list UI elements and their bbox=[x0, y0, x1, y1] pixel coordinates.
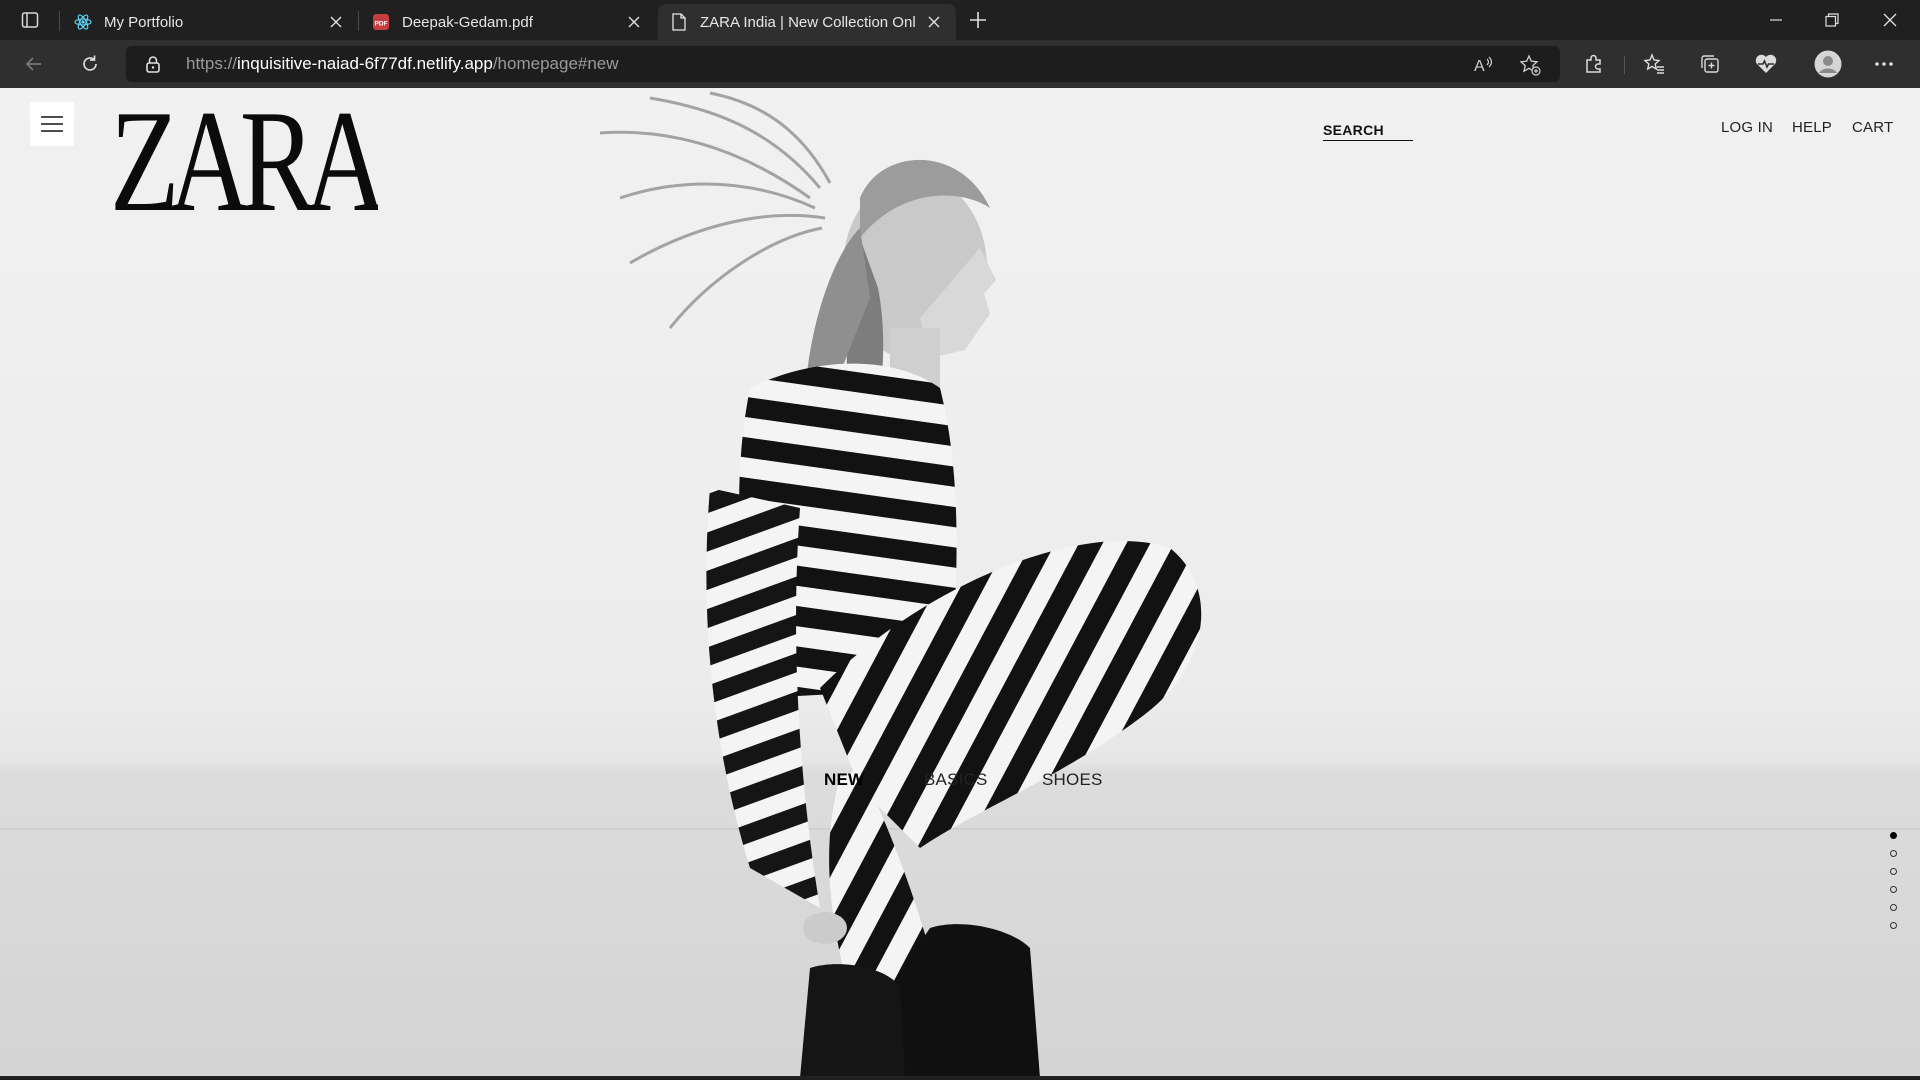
profile-avatar-icon[interactable] bbox=[1814, 50, 1842, 78]
zara-logo[interactable]: ZARA bbox=[110, 102, 378, 214]
login-link[interactable]: LOG IN bbox=[1721, 119, 1773, 136]
url-path: /homepage#new bbox=[492, 54, 619, 73]
svg-text:A: A bbox=[1474, 58, 1485, 75]
url-scheme: https:// bbox=[186, 54, 238, 73]
extensions-icon[interactable] bbox=[1580, 50, 1608, 78]
refresh-icon[interactable] bbox=[74, 48, 106, 80]
slide-dot[interactable] bbox=[1890, 922, 1897, 929]
tab-title: Deepak-Gedam.pdf bbox=[402, 13, 533, 31]
page-bottom-border bbox=[0, 1076, 1920, 1078]
page-icon bbox=[670, 13, 688, 31]
hamburger-icon bbox=[41, 116, 63, 132]
tab-title: ZARA India | New Collection Onl bbox=[700, 13, 916, 31]
category-tab-basics[interactable]: BASICS bbox=[924, 770, 988, 790]
close-icon[interactable] bbox=[326, 12, 346, 32]
react-icon bbox=[74, 13, 92, 31]
slide-dot[interactable] bbox=[1890, 904, 1897, 911]
read-aloud-icon[interactable]: A bbox=[1472, 54, 1496, 76]
hamburger-menu-button[interactable] bbox=[30, 102, 74, 146]
slide-pagination bbox=[1890, 832, 1900, 940]
toolbar-separator bbox=[1624, 56, 1625, 74]
slide-dot[interactable] bbox=[1890, 868, 1897, 875]
tab-separator bbox=[59, 11, 60, 31]
tab-title: My Portfolio bbox=[104, 13, 184, 31]
slide-dot[interactable] bbox=[1890, 850, 1897, 857]
favorites-icon[interactable] bbox=[1640, 50, 1668, 78]
pdf-icon: PDF bbox=[372, 13, 390, 31]
close-icon[interactable] bbox=[624, 12, 644, 32]
address-bar[interactable]: https://inquisitive-naiad-6f77df.netlify… bbox=[126, 46, 1560, 82]
zara-homepage: ZARA SEARCH LOG IN HELP CART NEW BASICS … bbox=[0, 88, 1920, 1078]
window-close-icon[interactable] bbox=[1862, 0, 1918, 40]
new-tab-icon[interactable] bbox=[966, 8, 990, 32]
slide-dot[interactable] bbox=[1890, 886, 1897, 893]
lock-icon[interactable] bbox=[144, 55, 162, 73]
tab-pdf[interactable]: PDF Deepak-Gedam.pdf bbox=[360, 4, 656, 40]
browser-tab-bar: My Portfolio PDF Deepak-Gedam.pdf ZARA I… bbox=[0, 0, 1920, 40]
tab-zara[interactable]: ZARA India | New Collection Onl bbox=[658, 4, 956, 40]
collections-icon[interactable] bbox=[1696, 50, 1724, 78]
more-icon[interactable] bbox=[1870, 50, 1898, 78]
search-link[interactable]: SEARCH bbox=[1323, 122, 1413, 141]
tab-separator bbox=[358, 11, 359, 31]
close-icon[interactable] bbox=[924, 12, 944, 32]
url-text: https://inquisitive-naiad-6f77df.netlify… bbox=[186, 54, 619, 74]
help-link[interactable]: HELP bbox=[1792, 119, 1832, 136]
minimize-icon[interactable] bbox=[1748, 0, 1804, 40]
back-icon[interactable] bbox=[18, 48, 50, 80]
add-favorite-icon[interactable] bbox=[1518, 54, 1542, 76]
browser-toolbar: https://inquisitive-naiad-6f77df.netlify… bbox=[0, 40, 1920, 88]
hero-image bbox=[599, 91, 1202, 1078]
category-tab-new[interactable]: NEW bbox=[824, 770, 864, 790]
slide-dot[interactable] bbox=[1890, 832, 1897, 839]
browser-essentials-icon[interactable] bbox=[1752, 50, 1780, 78]
tab-my-portfolio[interactable]: My Portfolio bbox=[62, 4, 358, 40]
svg-text:ZARA: ZARA bbox=[110, 102, 378, 214]
restore-icon[interactable] bbox=[1804, 0, 1860, 40]
cart-link[interactable]: CART bbox=[1852, 119, 1893, 136]
category-tab-shoes[interactable]: SHOES bbox=[1042, 770, 1103, 790]
tab-actions-icon[interactable] bbox=[14, 8, 46, 32]
url-host: inquisitive-naiad-6f77df.netlify.app bbox=[237, 54, 493, 73]
svg-text:PDF: PDF bbox=[375, 21, 388, 28]
